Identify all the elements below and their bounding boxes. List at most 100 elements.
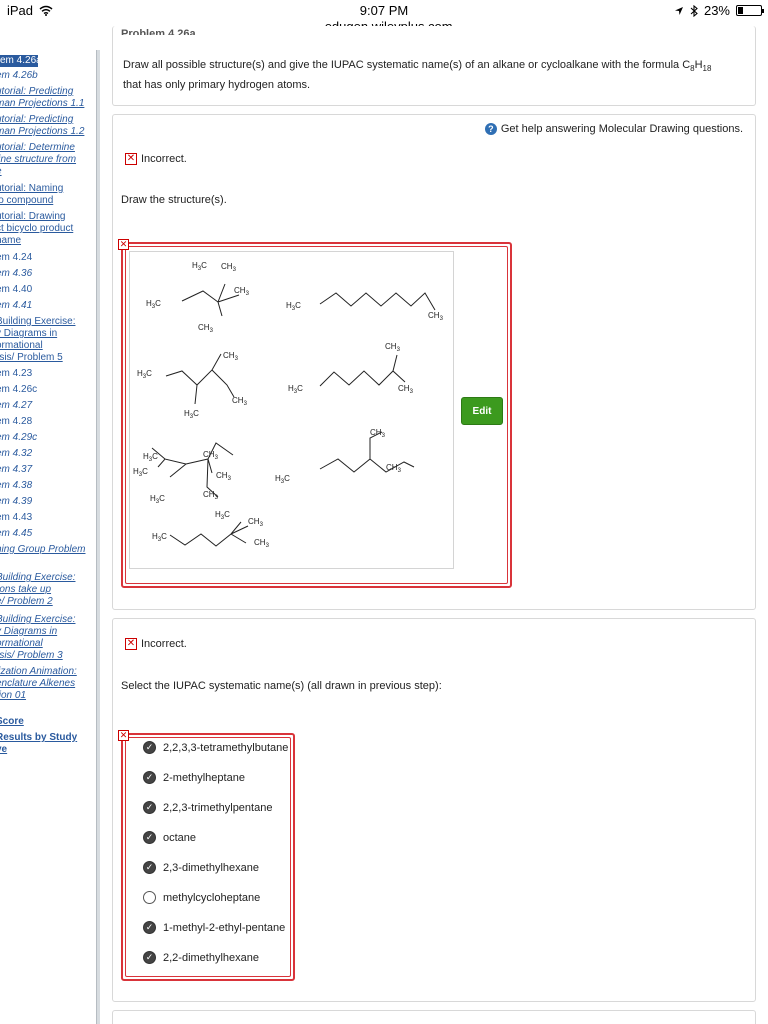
- nav-item[interactable]: rsis/ Problem 5: [0, 352, 92, 364]
- name-option-label: 1-methyl-2-ethyl-pentane: [163, 921, 286, 934]
- nav-item[interactable]: ning Group Problem: [0, 544, 92, 556]
- name-option[interactable]: ✓ 2-methylheptane: [143, 771, 245, 784]
- nav-item[interactable]: em 4.45: [0, 528, 92, 540]
- nav-item[interactable]: Results by Study: [0, 732, 92, 744]
- frame-error-x-icon: ✕: [118, 239, 129, 250]
- help-link-text: Get help answering Molecular Drawing que…: [500, 123, 743, 135]
- label-ch3: CH3: [203, 490, 219, 501]
- location-arrow-icon: [674, 6, 683, 15]
- nav-item[interactable]: tion 01: [0, 690, 92, 702]
- battery-fill: [738, 7, 743, 14]
- checkbox-unchecked-icon[interactable]: [143, 891, 156, 904]
- checkbox-checked-icon[interactable]: ✓: [143, 921, 156, 934]
- nav-item[interactable]: Building Exercise:: [0, 614, 92, 626]
- step1-result-text: Incorrect.: [141, 153, 187, 165]
- nav-item[interactable]: em 4.29c: [0, 432, 92, 444]
- name-option-label: 2,2,3-trimethylpentane: [163, 801, 273, 814]
- nav-item[interactable]: ve: [0, 744, 92, 756]
- step1-result: ✕ Incorrect.: [125, 153, 187, 165]
- nav-item[interactable]: Score: [0, 716, 92, 728]
- nav-item[interactable]: rons take up: [0, 584, 92, 596]
- nav-item[interactable]: em 4.39: [0, 496, 92, 508]
- nav-item[interactable]: man Projections 1.1: [0, 98, 92, 110]
- nav-item[interactable]: em 4.26b: [0, 70, 92, 82]
- nav-item[interactable]: em 4.23: [0, 368, 92, 380]
- name-option-label: 2,2,3,3-tetramethylbutane: [163, 741, 289, 754]
- nav-item[interactable]: utorial: Predicting: [0, 86, 92, 98]
- nav-item[interactable]: em 4.43: [0, 512, 92, 524]
- edit-drawing-button[interactable]: Edit: [461, 397, 503, 425]
- label-ch3: CH3: [232, 396, 248, 407]
- bluetooth-icon: [690, 4, 698, 17]
- name-option[interactable]: methylcycloheptane: [143, 891, 260, 904]
- nav-item[interactable]: em 4.38: [0, 480, 92, 492]
- label-h3c: H3C: [150, 494, 165, 505]
- name-option-label: methylcycloheptane: [163, 891, 261, 904]
- nav-item[interactable]: em 4.28: [0, 416, 92, 428]
- name-option-label: 2,3-dimethylhexane: [163, 861, 260, 874]
- status-time: 9:07 PM: [359, 3, 409, 18]
- nav-item[interactable]: e: [0, 166, 92, 178]
- nav-item[interactable]: em 4.26a: [0, 55, 38, 67]
- left-nav: em 4.26a em 4.26b utorial: Predicting man P…: [0, 50, 100, 1024]
- nav-item[interactable]: man Projections 1.2: [0, 126, 92, 138]
- nav-item[interactable]: rsis/ Problem 3: [0, 650, 92, 662]
- nav-item[interactable]: em 4.41: [0, 300, 92, 312]
- molecule-canvas[interactable]: H3C CH3 CH3 H3C CH3 H3C CH3 CH3 H3C CH3 …: [129, 251, 454, 569]
- checkbox-checked-icon[interactable]: ✓: [143, 831, 156, 844]
- name-option[interactable]: ✓ 1-methyl-2-ethyl-pentane: [143, 921, 285, 934]
- nav-item[interactable]: enclature Alkenes: [0, 678, 92, 690]
- label-h3c: H3C: [192, 261, 207, 272]
- nav-item[interactable]: em 4.27: [0, 400, 92, 412]
- name-option-label: octane: [163, 831, 197, 844]
- checkbox-checked-icon[interactable]: ✓: [143, 771, 156, 784]
- nav-item[interactable]: utorial: Determine: [0, 142, 92, 154]
- label-ch3: CH3: [223, 351, 239, 362]
- name-option[interactable]: ✓ 2,2,3-trimethylpentane: [143, 801, 272, 814]
- label-h3c: H3C: [275, 474, 290, 485]
- nav-item[interactable]: line structure from: [0, 154, 92, 166]
- nav-item[interactable]: em 4.37: [0, 464, 92, 476]
- name-option[interactable]: ✓ 2,2-dimethylhexane: [143, 951, 259, 964]
- nav-item[interactable]: em 4.26c: [0, 384, 92, 396]
- checkbox-checked-icon[interactable]: ✓: [143, 951, 156, 964]
- label-ch3: CH3: [234, 286, 250, 297]
- checkbox-checked-icon[interactable]: ✓: [143, 801, 156, 814]
- nav-item[interactable]: utorial: Predicting: [0, 114, 92, 126]
- nav-item[interactable]: name: [0, 235, 92, 247]
- checkbox-checked-icon[interactable]: ✓: [143, 861, 156, 874]
- molecule-labels: H3C CH3 CH3 H3C CH3 H3C CH3 CH3 H3C CH3 …: [133, 261, 444, 549]
- checkbox-checked-icon[interactable]: ✓: [143, 741, 156, 754]
- nav-item[interactable]: ormational: [0, 340, 92, 352]
- help-link[interactable]: ? Get help answering Molecular Drawing q…: [484, 123, 743, 135]
- nav-divider: [96, 50, 100, 1024]
- name-option[interactable]: ✓ 2,2,3,3-tetramethylbutane: [143, 741, 288, 754]
- molecule-drawing: H3C CH3 CH3 H3C CH3 H3C CH3 CH3 H3C CH3 …: [133, 261, 444, 549]
- name-option-label: 2-methylheptane: [163, 771, 245, 784]
- formula-h: H: [694, 59, 703, 71]
- nav-item[interactable]: y Diagrams in: [0, 626, 92, 638]
- nav-item[interactable]: utorial: Naming: [0, 183, 92, 195]
- step2-result-text: Incorrect.: [141, 638, 187, 650]
- nav-item[interactable]: lization Animation:: [0, 666, 92, 678]
- nav-item[interactable]: em 4.36: [0, 268, 92, 280]
- name-option[interactable]: ✓ octane: [143, 831, 196, 844]
- label-ch3: CH3: [254, 538, 270, 549]
- nav-item[interactable]: em 4.32: [0, 448, 92, 460]
- nav-item[interactable]: em 4.24: [0, 252, 92, 264]
- nav-item[interactable]: e/ Problem 2: [0, 596, 92, 608]
- label-ch3: CH3: [428, 311, 444, 322]
- label-h3c: H3C: [137, 369, 152, 380]
- nav-item[interactable]: em 4.40: [0, 284, 92, 296]
- name-option[interactable]: ✓ 2,3-dimethylhexane: [143, 861, 259, 874]
- nav-item[interactable]: ormational: [0, 638, 92, 650]
- nav-item[interactable]: ct bicyclo product: [0, 223, 92, 235]
- draw-structures-panel: ? Get help answering Molecular Drawing q…: [112, 114, 756, 610]
- nav-item[interactable]: y Diagrams in: [0, 328, 92, 340]
- nav-item[interactable]: Building Exercise:: [0, 316, 92, 328]
- nav-item[interactable]: lo compound: [0, 195, 92, 207]
- label-ch3: CH3: [198, 323, 214, 334]
- nav-item[interactable]: Building Exercise:: [0, 572, 92, 584]
- question-icon: ?: [484, 123, 497, 135]
- nav-item[interactable]: utorial: Drawing: [0, 211, 92, 223]
